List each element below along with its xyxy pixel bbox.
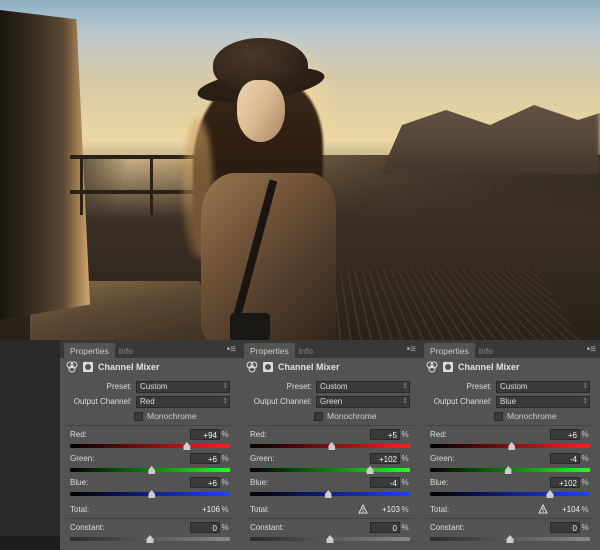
constant-value-input[interactable]: 0 xyxy=(370,522,400,533)
blue-value-input[interactable]: +102 xyxy=(550,477,580,488)
mask-icon[interactable] xyxy=(82,361,94,373)
blue-slider[interactable] xyxy=(430,490,590,498)
tab-info[interactable]: Info xyxy=(115,343,137,359)
channel-mixer-panel-red: Properties Info •≡ Channel Mixer Preset:… xyxy=(60,340,240,536)
unit-label: % xyxy=(220,430,230,439)
adjustment-icon xyxy=(66,361,78,373)
tab-info[interactable]: Info xyxy=(475,343,497,359)
red-label: Red: xyxy=(70,430,190,439)
output-channel-select[interactable]: Red xyxy=(136,396,230,408)
output-channel-select[interactable]: Green xyxy=(316,396,410,408)
constant-label: Constant: xyxy=(70,523,190,532)
blue-slider[interactable] xyxy=(250,490,410,498)
green-value-input[interactable]: +102 xyxy=(370,453,400,464)
preset-select[interactable]: Custom xyxy=(316,381,410,393)
panel-header: Channel Mixer xyxy=(60,358,240,376)
green-slider[interactable] xyxy=(250,466,410,474)
monochrome-checkbox[interactable] xyxy=(494,412,503,421)
preview-image xyxy=(0,0,600,340)
preset-label: Preset: xyxy=(70,382,132,391)
panels-row: Properties Info •≡ Channel Mixer Preset:… xyxy=(0,340,600,536)
green-slider[interactable] xyxy=(70,466,230,474)
red-slider[interactable] xyxy=(430,442,590,450)
constant-slider[interactable] xyxy=(430,535,590,543)
tab-properties[interactable]: Properties xyxy=(424,343,475,359)
constant-value-input[interactable]: 0 xyxy=(550,522,580,533)
green-slider[interactable] xyxy=(430,466,590,474)
red-slider[interactable] xyxy=(250,442,410,450)
channel-mixer-panel-green: Properties Info •≡ Channel Mixer Preset:… xyxy=(240,340,420,536)
monochrome-label: Monochrome xyxy=(147,411,197,421)
adjustment-icon xyxy=(246,361,258,373)
green-label: Green: xyxy=(70,454,190,463)
mask-icon[interactable] xyxy=(442,361,454,373)
panel-menu-button[interactable]: •≡ xyxy=(407,344,416,355)
preset-select[interactable]: Custom xyxy=(496,381,590,393)
green-value-input[interactable]: +6 xyxy=(190,453,220,464)
red-value-input[interactable]: +5 xyxy=(370,429,400,440)
red-slider[interactable] xyxy=(70,442,230,450)
panel-tabs: Properties Info •≡ xyxy=(60,340,240,358)
mask-icon[interactable] xyxy=(262,361,274,373)
total-value: +103 xyxy=(370,505,400,514)
tab-info[interactable]: Info xyxy=(295,343,317,359)
total-label: Total: xyxy=(70,505,190,514)
tab-properties[interactable]: Properties xyxy=(64,343,115,359)
constant-value-input[interactable]: 0 xyxy=(190,522,220,533)
panel-title: Channel Mixer xyxy=(278,362,340,372)
blue-value-input[interactable]: +6 xyxy=(190,477,220,488)
total-value: +106 xyxy=(190,505,220,514)
constant-slider[interactable] xyxy=(70,535,230,543)
preset-select[interactable]: Custom xyxy=(136,381,230,393)
monochrome-checkbox[interactable] xyxy=(314,412,323,421)
red-value-input[interactable]: +94 xyxy=(190,429,220,440)
constant-slider[interactable] xyxy=(250,535,410,543)
output-channel-select[interactable]: Blue xyxy=(496,396,590,408)
red-value-input[interactable]: +6 xyxy=(550,429,580,440)
monochrome-checkbox[interactable] xyxy=(134,412,143,421)
output-channel-label: Output Channel: xyxy=(70,397,132,406)
panel-menu-button[interactable]: •≡ xyxy=(227,344,236,355)
warning-icon xyxy=(358,504,368,514)
panel-title: Channel Mixer xyxy=(458,362,520,372)
green-value-input[interactable]: -4 xyxy=(550,453,580,464)
blue-slider[interactable] xyxy=(70,490,230,498)
tab-properties[interactable]: Properties xyxy=(244,343,295,359)
panel-menu-button[interactable]: •≡ xyxy=(587,344,596,355)
warning-icon xyxy=(538,504,548,514)
adjustment-icon xyxy=(426,361,438,373)
total-value: +104 xyxy=(550,505,580,514)
blue-label: Blue: xyxy=(70,478,190,487)
panel-title: Channel Mixer xyxy=(98,362,160,372)
channel-mixer-panel-blue: Properties Info •≡ Channel Mixer Preset:… xyxy=(420,340,600,536)
blue-value-input[interactable]: -4 xyxy=(370,477,400,488)
